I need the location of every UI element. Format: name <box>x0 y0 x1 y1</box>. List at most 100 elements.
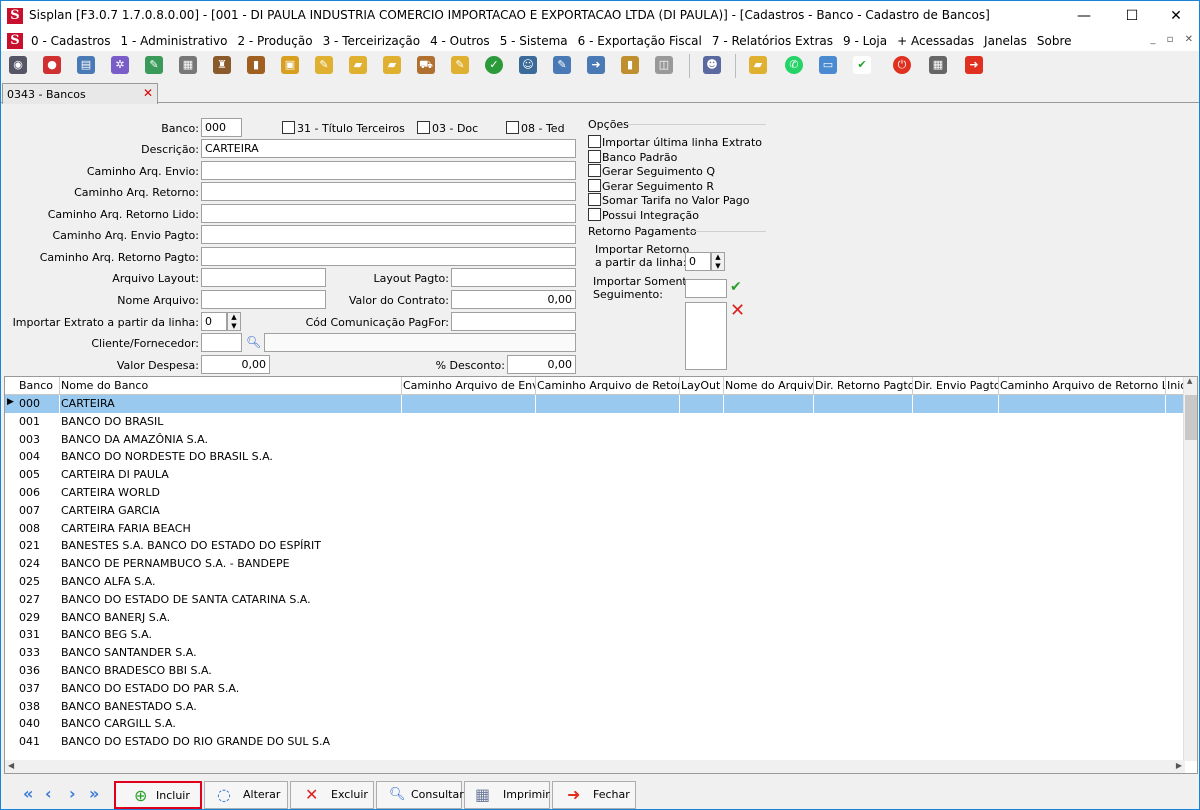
opcao-checkbox-5[interactable] <box>588 208 601 221</box>
table-row[interactable]: 040 BANCO CARGILL S.A. <box>5 715 1185 733</box>
last-record-icon[interactable]: » <box>89 784 99 803</box>
column-separator[interactable] <box>59 377 60 395</box>
apple-icon[interactable]: ● <box>43 56 61 74</box>
check-icon[interactable]: ✔ <box>853 56 871 74</box>
menu-item-3[interactable]: 3 - Terceirização <box>323 34 420 48</box>
menu-item-1[interactable]: 1 - Administrativo <box>121 34 228 48</box>
folder-icon[interactable]: ▰ <box>349 56 367 74</box>
document-edit-icon[interactable]: ✎ <box>553 56 571 74</box>
importar-extrato-input[interactable]: 0 <box>201 312 227 331</box>
column-separator[interactable] <box>998 377 999 395</box>
table-row[interactable]: 029 BANCO BANERJ S.A. <box>5 609 1185 627</box>
column-separator[interactable] <box>679 377 680 395</box>
printer-icon[interactable]: ▦ <box>179 56 197 74</box>
scroll-right-icon[interactable]: ▶ <box>1176 761 1182 770</box>
opcao-checkbox-3[interactable] <box>588 178 601 192</box>
gear-icon[interactable]: ✲ <box>111 56 129 74</box>
layout-pagto-input[interactable] <box>451 268 576 287</box>
importar-retorno-input[interactable]: 0 <box>685 252 711 271</box>
minimize-button[interactable]: — <box>1061 1 1107 31</box>
table-row[interactable]: 027 BANCO DO ESTADO DE SANTA CATARINA S.A… <box>5 591 1185 609</box>
first-record-icon[interactable]: « <box>23 784 33 803</box>
table-row[interactable]: 005 CARTEIRA DI PAULA <box>5 466 1185 484</box>
imprimir-button[interactable]: ▦ Imprimir <box>464 781 550 809</box>
opcao-checkbox-0[interactable] <box>588 135 601 148</box>
opcao-checkbox-1[interactable] <box>588 149 601 163</box>
descricao-input[interactable]: CARTEIRA <box>201 139 576 158</box>
menu-item-9[interactable]: + Acessadas <box>897 34 974 48</box>
bottle-icon[interactable]: ▮ <box>621 56 639 74</box>
table-row[interactable]: 038 BANCO BANESTADO S.A. <box>5 698 1185 716</box>
titulo-terceiros-checkbox[interactable] <box>282 121 295 134</box>
table-row[interactable]: 001 BANCO DO BRASIL <box>5 413 1185 431</box>
consultar-button[interactable]: 🔍︎ Consultar <box>376 781 464 809</box>
tab-bancos[interactable]: 0343 - Bancos ✕ <box>2 83 158 104</box>
column-separator[interactable] <box>723 377 724 395</box>
excluir-button[interactable]: ✕ Excluir <box>290 781 374 809</box>
menu-item-4[interactable]: 4 - Outros <box>430 34 490 48</box>
column-separator[interactable] <box>912 377 913 395</box>
folder-edit-icon[interactable]: ✎ <box>315 56 333 74</box>
table-row[interactable]: 007 CARTEIRA GARCIA <box>5 502 1185 520</box>
opcao-checkbox-4[interactable] <box>588 193 601 207</box>
book-icon[interactable]: ▮ <box>247 56 265 74</box>
document-icon[interactable]: ▤ <box>77 56 95 74</box>
menu-item-6[interactable]: 6 - Exportação Fiscal <box>578 34 702 48</box>
arquivo-layout-input[interactable] <box>201 268 326 287</box>
opcao-checkbox-2[interactable] <box>588 164 601 178</box>
users-icon[interactable]: ☺ <box>519 56 537 74</box>
folder-star-icon[interactable]: ▰ <box>749 56 767 74</box>
table-row[interactable]: 033 BANCO SANTANDER S.A. <box>5 644 1185 662</box>
vertical-scroll-thumb[interactable] <box>1185 395 1197 440</box>
trophy-icon[interactable]: ♜ <box>213 56 231 74</box>
doc-checkbox[interactable] <box>417 121 430 134</box>
column-separator[interactable] <box>813 377 814 395</box>
table-row[interactable]: 037 BANCO DO ESTADO DO PAR S.A. <box>5 680 1185 698</box>
menu-item-7[interactable]: 7 - Relatórios Extras <box>712 34 833 48</box>
table-row[interactable]: 003 BANCO DA AMAZÔNIA S.A. <box>5 431 1185 449</box>
caminho-retorno-pagto-input[interactable] <box>201 247 576 266</box>
menu-item-10[interactable]: Janelas <box>984 34 1027 48</box>
binoculars-icon[interactable]: ◉ <box>9 56 27 74</box>
next-record-icon[interactable]: › <box>69 784 76 803</box>
table-row[interactable]: 008 CARTEIRA FARIA BEACH <box>5 520 1185 538</box>
seguimento-input[interactable] <box>685 279 727 298</box>
column-separator[interactable] <box>401 377 402 395</box>
close-button[interactable]: ✕ <box>1153 1 1199 31</box>
exit-icon[interactable]: ➜ <box>965 56 983 74</box>
incluir-button[interactable]: ⊕ Incluir <box>114 781 202 809</box>
whatsapp-icon[interactable]: ✆ <box>785 56 803 74</box>
menu-logo-icon[interactable]: S <box>7 33 23 49</box>
nome-arquivo-input[interactable] <box>201 290 326 309</box>
fechar-button[interactable]: ➜ Fechar <box>552 781 636 809</box>
search-icon[interactable]: 🔍︎ <box>246 335 261 349</box>
tab-close-icon[interactable]: ✕ <box>143 86 153 100</box>
maximize-button[interactable]: ☐ <box>1109 1 1155 31</box>
cart-icon[interactable]: ⛟ <box>417 56 435 74</box>
people-icon[interactable]: ☻ <box>703 56 721 74</box>
document-arrow-icon[interactable]: ➜ <box>587 56 605 74</box>
previous-record-icon[interactable]: ‹ <box>45 784 52 803</box>
column-separator[interactable] <box>1165 377 1166 395</box>
scroll-left-icon[interactable]: ◀ <box>8 761 14 770</box>
mdi-controls[interactable]: _ ▫ ✕ <box>1150 34 1193 45</box>
column-header-6[interactable]: Dir. Retorno Pagto <box>815 379 912 392</box>
calculator-icon[interactable]: ▦ <box>929 56 947 74</box>
menu-item-11[interactable]: Sobre <box>1037 34 1072 48</box>
folder-pencil-icon[interactable]: ✎ <box>451 56 469 74</box>
caminho-retorno-input[interactable] <box>201 182 576 201</box>
caminho-retorno-lido-input[interactable] <box>201 204 576 223</box>
horizontal-scrollbar[interactable]: ◀ ▶ <box>5 760 1185 773</box>
monitor-icon[interactable]: ▭ <box>819 56 837 74</box>
column-header-5[interactable]: Nome do Arquivo <box>725 379 813 392</box>
column-header-2[interactable]: Caminho Arquivo de Envio <box>403 379 535 392</box>
valor-contrato-input[interactable]: 0,00 <box>451 290 576 309</box>
importar-extrato-spinner[interactable]: ▲ ▼ <box>227 312 241 331</box>
table-row[interactable]: 004 BANCO DO NORDESTE DO BRASIL S.A. <box>5 448 1185 466</box>
cod-comunicacao-input[interactable] <box>451 312 576 331</box>
menu-item-8[interactable]: 9 - Loja <box>843 34 887 48</box>
scroll-up-icon[interactable]: ▲ <box>1187 377 1192 385</box>
table-row[interactable]: 031 BANCO BEG S.A. <box>5 626 1185 644</box>
caminho-envio-pagto-input[interactable] <box>201 225 576 244</box>
importar-retorno-spinner[interactable]: ▲ ▼ <box>711 252 725 271</box>
